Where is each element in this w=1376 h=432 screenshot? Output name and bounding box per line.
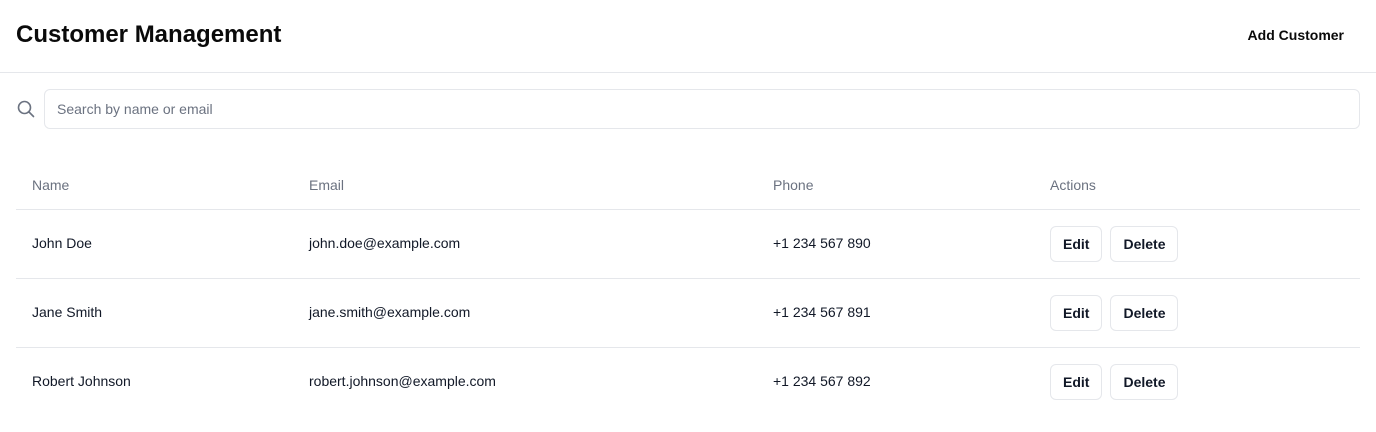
row-actions: Edit Delete bbox=[1050, 295, 1179, 331]
search-icon bbox=[16, 99, 36, 119]
customer-table: Name Email Phone Actions John Doe john.d… bbox=[16, 160, 1360, 417]
column-header-phone: Phone bbox=[773, 177, 814, 193]
customer-phone: +1 234 567 890 bbox=[773, 235, 871, 251]
search-bar bbox=[16, 89, 1360, 129]
customer-email: jane.smith@example.com bbox=[309, 304, 471, 320]
edit-button[interactable]: Edit bbox=[1050, 364, 1103, 400]
page-title: Customer Management bbox=[16, 21, 282, 48]
customer-name: John Doe bbox=[32, 235, 92, 251]
edit-button[interactable]: Edit bbox=[1050, 226, 1103, 262]
customer-phone: +1 234 567 892 bbox=[773, 373, 871, 389]
customer-email: john.doe@example.com bbox=[309, 235, 461, 251]
column-header-name: Name bbox=[32, 177, 70, 193]
table-row: John Doe john.doe@example.com +1 234 567… bbox=[16, 210, 1360, 279]
table-header: Name Email Phone Actions bbox=[16, 160, 1360, 210]
search-input[interactable] bbox=[44, 89, 1360, 129]
table-row: Jane Smith jane.smith@example.com +1 234… bbox=[16, 279, 1360, 348]
edit-button[interactable]: Edit bbox=[1050, 295, 1103, 331]
customer-phone: +1 234 567 891 bbox=[773, 304, 871, 320]
column-header-email: Email bbox=[309, 177, 345, 193]
delete-button[interactable]: Delete bbox=[1110, 295, 1179, 331]
customer-name: Jane Smith bbox=[32, 304, 103, 320]
delete-button[interactable]: Delete bbox=[1110, 364, 1179, 400]
column-header-actions: Actions bbox=[1050, 177, 1096, 193]
customer-email: robert.johnson@example.com bbox=[309, 373, 496, 389]
row-actions: Edit Delete bbox=[1050, 226, 1179, 262]
table-row: Robert Johnson robert.johnson@example.co… bbox=[16, 348, 1360, 417]
add-customer-button[interactable]: Add Customer bbox=[1232, 18, 1360, 52]
customer-name: Robert Johnson bbox=[32, 373, 131, 389]
delete-button[interactable]: Delete bbox=[1110, 226, 1179, 262]
row-actions: Edit Delete bbox=[1050, 364, 1179, 400]
page-header: Customer Management Add Customer bbox=[0, 0, 1376, 73]
